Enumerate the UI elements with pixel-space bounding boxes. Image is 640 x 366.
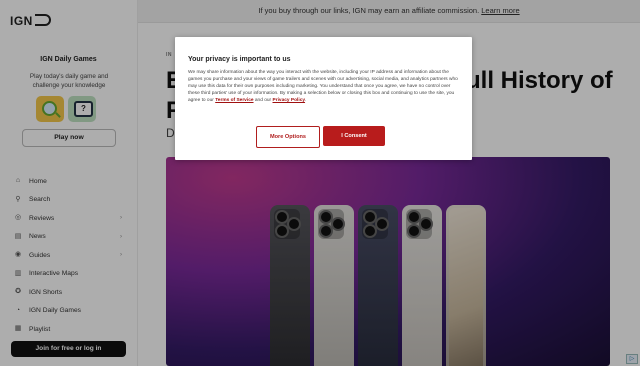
privacy-consent-dialog: Your privacy is important to us We may s… bbox=[175, 37, 472, 160]
privacy-policy-link[interactable]: Privacy Policy bbox=[273, 98, 306, 103]
i-consent-button[interactable]: I Consent bbox=[323, 126, 385, 146]
more-options-button[interactable]: More Options bbox=[256, 126, 320, 148]
consent-and-text: and our bbox=[254, 98, 272, 103]
consent-body: We may share information about the way y… bbox=[188, 70, 458, 103]
consent-title: Your privacy is important to us bbox=[188, 56, 291, 63]
terms-of-service-link[interactable]: Terms of Service bbox=[215, 98, 253, 103]
